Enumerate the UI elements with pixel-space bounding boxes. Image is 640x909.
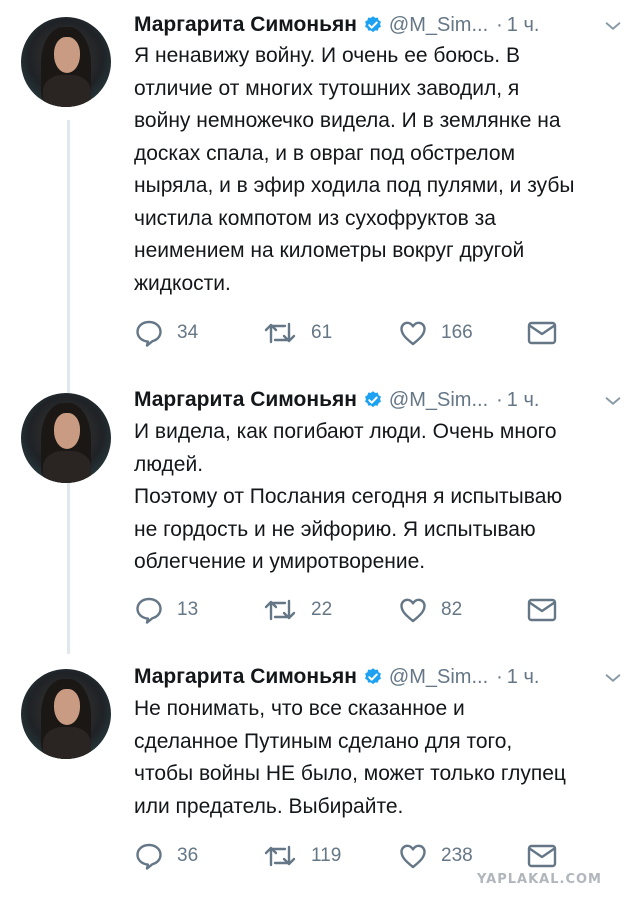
tweet-actions: 36 119 238 bbox=[134, 841, 564, 871]
direct-message-button[interactable] bbox=[526, 841, 558, 871]
timestamp[interactable]: 1 ч. bbox=[507, 14, 540, 37]
tweet-text: И видела, как погибают люди. Очень много… bbox=[134, 420, 563, 573]
avatar[interactable] bbox=[21, 393, 111, 483]
heart-outline-icon bbox=[400, 598, 426, 623]
like-count: 166 bbox=[441, 322, 473, 343]
retweet-arrows-icon bbox=[264, 599, 296, 621]
chevron-down-icon[interactable] bbox=[602, 15, 624, 37]
retweet-button[interactable]: 22 bbox=[262, 595, 332, 625]
avatar[interactable] bbox=[21, 17, 111, 107]
retweet-count: 119 bbox=[311, 845, 342, 866]
like-button[interactable]: 82 bbox=[398, 595, 462, 625]
reply-bubble-icon bbox=[136, 320, 162, 347]
thread-connector-line bbox=[67, 120, 70, 654]
tweet-header: Маргарита Симоньян @M_Sim... · 1 ч. bbox=[134, 386, 624, 414]
tweet-text: Я ненавижу войну. И очень ее боюсь. В от… bbox=[134, 44, 575, 295]
tweet-header: Маргарита Симоньян @M_Sim... · 1 ч. bbox=[134, 11, 624, 39]
retweet-arrows-icon bbox=[264, 322, 296, 344]
reply-bubble-icon bbox=[136, 597, 162, 624]
direct-message-button[interactable] bbox=[526, 318, 558, 348]
envelope-icon bbox=[527, 598, 557, 622]
verified-badge-icon bbox=[365, 391, 381, 408]
envelope-icon bbox=[527, 844, 557, 868]
direct-message-button[interactable] bbox=[526, 595, 558, 625]
author-handle[interactable]: @M_Sim... bbox=[389, 14, 488, 37]
like-button[interactable]: 166 bbox=[398, 318, 473, 348]
separator-dot: · bbox=[496, 665, 503, 688]
author-handle[interactable]: @M_Sim... bbox=[389, 389, 488, 412]
verified-badge-icon bbox=[365, 668, 381, 685]
reply-count: 34 bbox=[177, 322, 199, 343]
timestamp[interactable]: 1 ч. bbox=[507, 389, 540, 412]
author-name[interactable]: Маргарита Симоньян bbox=[134, 388, 357, 412]
site-watermark: YAPLAKAL.COM bbox=[477, 872, 602, 887]
author-name[interactable]: Маргарита Симоньян bbox=[134, 665, 357, 689]
chevron-down-icon[interactable] bbox=[602, 390, 624, 412]
retweet-count: 22 bbox=[311, 599, 333, 620]
separator-dot: · bbox=[496, 388, 503, 411]
heart-outline-icon bbox=[400, 844, 426, 869]
heart-outline-icon bbox=[400, 321, 426, 346]
reply-button[interactable]: 36 bbox=[134, 841, 198, 871]
reply-count: 13 bbox=[177, 599, 199, 620]
author-name[interactable]: Маргарита Симоньян bbox=[134, 13, 357, 37]
tweet-header: Маргарита Симоньян @M_Sim... · 1 ч. bbox=[134, 663, 624, 691]
retweet-button[interactable]: 119 bbox=[262, 841, 341, 871]
tweet-actions: 13 22 82 bbox=[134, 595, 564, 625]
tweet-actions: 34 61 166 bbox=[134, 318, 564, 348]
reply-bubble-icon bbox=[136, 843, 162, 870]
avatar[interactable] bbox=[21, 669, 111, 759]
timestamp[interactable]: 1 ч. bbox=[507, 666, 540, 689]
author-handle[interactable]: @M_Sim... bbox=[389, 666, 488, 689]
separator-dot: · bbox=[496, 13, 503, 36]
like-button[interactable]: 238 bbox=[398, 841, 473, 871]
like-count: 82 bbox=[441, 599, 463, 620]
retweet-arrows-icon bbox=[264, 845, 296, 867]
retweet-button[interactable]: 61 bbox=[262, 318, 332, 348]
envelope-icon bbox=[527, 321, 557, 345]
chevron-down-icon[interactable] bbox=[602, 667, 624, 689]
retweet-count: 61 bbox=[311, 322, 333, 343]
reply-button[interactable]: 34 bbox=[134, 318, 198, 348]
reply-button[interactable]: 13 bbox=[134, 595, 198, 625]
tweet-text: Не понимать, что все сказанное и сделанн… bbox=[134, 697, 566, 818]
like-count: 238 bbox=[441, 845, 473, 866]
reply-count: 36 bbox=[177, 845, 199, 866]
verified-badge-icon bbox=[365, 16, 381, 33]
